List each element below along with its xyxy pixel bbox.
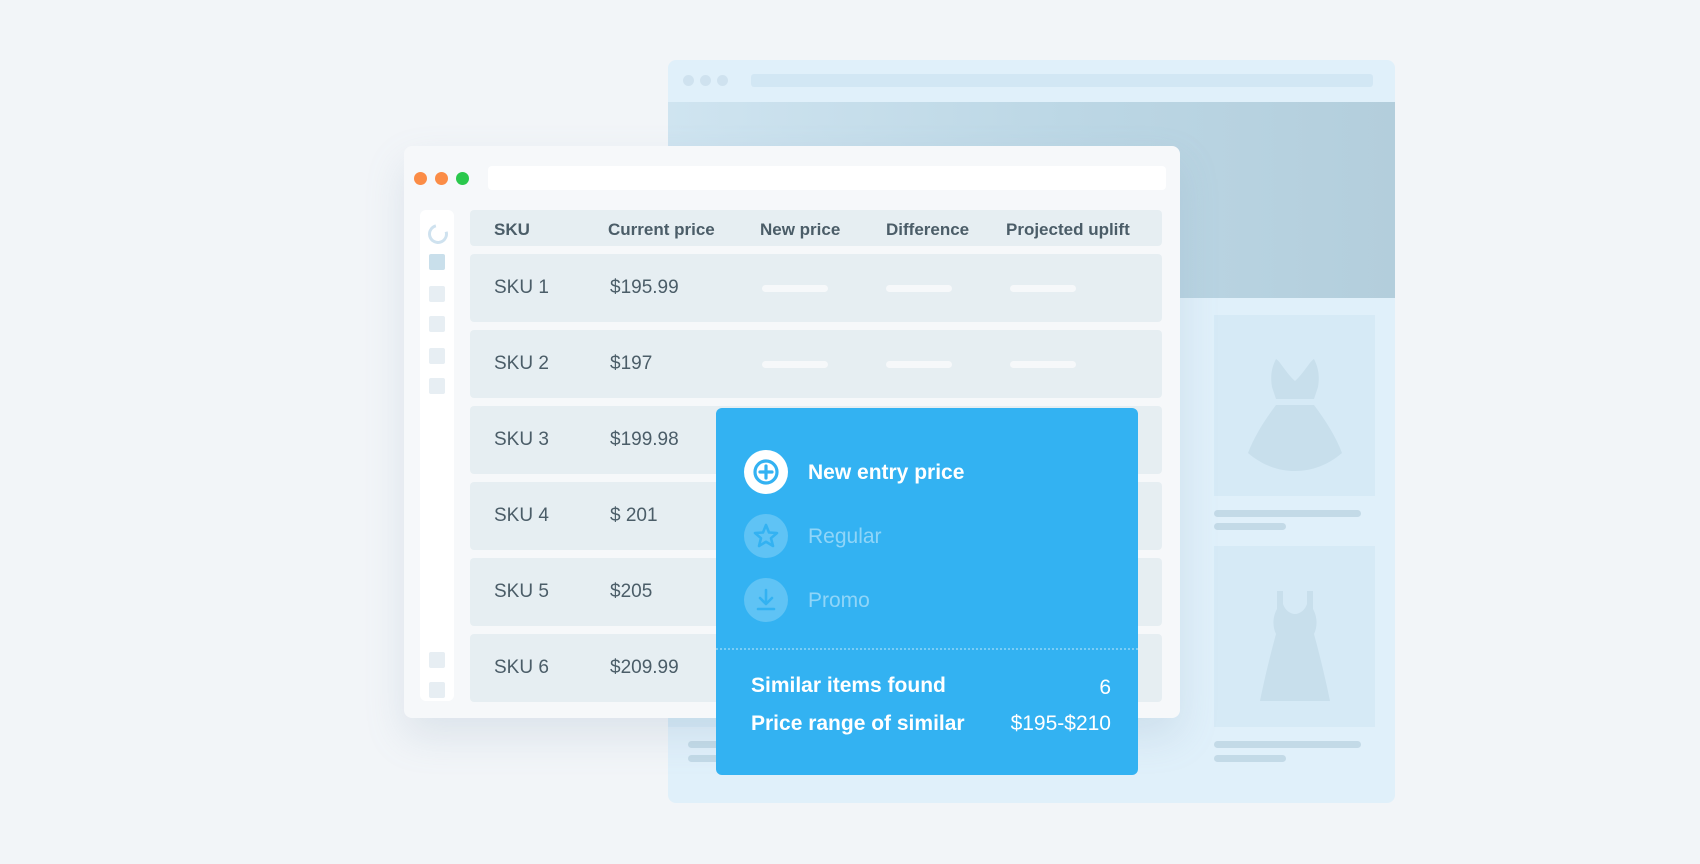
current-price-cell: $195.99 bbox=[610, 277, 679, 298]
storefront-address-bar bbox=[751, 74, 1373, 87]
price-type-popup: New entry price Regular Promo Similar it… bbox=[716, 408, 1138, 775]
new-price-placeholder bbox=[762, 361, 828, 368]
option-label: New entry price bbox=[808, 461, 965, 484]
product-price-line bbox=[1214, 755, 1286, 762]
current-price-cell: $205 bbox=[610, 581, 653, 602]
sidebar-item[interactable] bbox=[429, 652, 445, 668]
sidebar-item[interactable] bbox=[429, 286, 445, 302]
window-dot bbox=[700, 75, 711, 86]
dress-icon bbox=[1260, 591, 1330, 701]
column-header-current-price[interactable]: Current price bbox=[608, 220, 715, 240]
column-header-difference[interactable]: Difference bbox=[886, 220, 969, 240]
table-header: SKU Current price New price Difference P… bbox=[470, 210, 1162, 246]
column-header-new-price[interactable]: New price bbox=[760, 220, 840, 240]
projected-uplift-placeholder bbox=[1010, 361, 1076, 368]
table-row[interactable]: SKU 1 $195.99 bbox=[470, 254, 1162, 322]
sidebar-item[interactable] bbox=[429, 254, 445, 270]
minimize-window-button[interactable] bbox=[435, 172, 448, 185]
sidebar bbox=[420, 210, 454, 701]
option-label: Promo bbox=[808, 589, 870, 612]
option-new-entry-price[interactable]: New entry price bbox=[744, 450, 1104, 496]
product-title-line bbox=[1214, 510, 1361, 517]
address-bar[interactable] bbox=[488, 166, 1166, 190]
difference-placeholder bbox=[886, 285, 952, 292]
table-row[interactable]: SKU 2 $197 bbox=[470, 330, 1162, 398]
window-dot bbox=[683, 75, 694, 86]
option-promo[interactable]: Promo bbox=[744, 578, 1104, 624]
close-window-button[interactable] bbox=[414, 172, 427, 185]
sidebar-item[interactable] bbox=[429, 316, 445, 332]
new-price-placeholder bbox=[762, 285, 828, 292]
star-icon bbox=[744, 514, 788, 558]
price-range-value: $195-$210 bbox=[1010, 712, 1111, 735]
download-icon bbox=[744, 578, 788, 622]
plus-circle-icon bbox=[744, 450, 788, 494]
price-range-label: Price range of similar bbox=[751, 712, 965, 735]
sku-cell: SKU 2 bbox=[494, 353, 549, 374]
column-header-sku[interactable]: SKU bbox=[494, 220, 530, 240]
storefront-titlebar bbox=[668, 60, 1395, 102]
loader-icon bbox=[424, 220, 452, 248]
sku-cell: SKU 6 bbox=[494, 657, 549, 678]
sku-cell: SKU 5 bbox=[494, 581, 549, 602]
similar-items-value: 6 bbox=[1099, 676, 1111, 699]
similar-items-label: Similar items found bbox=[751, 674, 946, 697]
sidebar-item[interactable] bbox=[429, 348, 445, 364]
current-price-cell: $209.99 bbox=[610, 657, 679, 678]
window-dot bbox=[717, 75, 728, 86]
sidebar-item[interactable] bbox=[429, 682, 445, 698]
product-card[interactable] bbox=[1214, 546, 1375, 727]
projected-uplift-placeholder bbox=[1010, 285, 1076, 292]
product-price-line bbox=[1214, 523, 1286, 530]
current-price-cell: $197 bbox=[610, 353, 653, 374]
sku-cell: SKU 3 bbox=[494, 429, 549, 450]
dress-icon bbox=[1248, 359, 1342, 471]
sku-cell: SKU 4 bbox=[494, 505, 549, 526]
product-title-line bbox=[1214, 741, 1361, 748]
current-price-cell: $ 201 bbox=[610, 505, 658, 526]
column-header-projected-uplift[interactable]: Projected uplift bbox=[1006, 220, 1130, 240]
maximize-window-button[interactable] bbox=[456, 172, 469, 185]
product-card[interactable] bbox=[1214, 315, 1375, 496]
option-regular[interactable]: Regular bbox=[744, 514, 1104, 560]
current-price-cell: $199.98 bbox=[610, 429, 679, 450]
sidebar-item[interactable] bbox=[429, 378, 445, 394]
difference-placeholder bbox=[886, 361, 952, 368]
sku-cell: SKU 1 bbox=[494, 277, 549, 298]
option-label: Regular bbox=[808, 525, 882, 548]
divider bbox=[716, 648, 1138, 650]
